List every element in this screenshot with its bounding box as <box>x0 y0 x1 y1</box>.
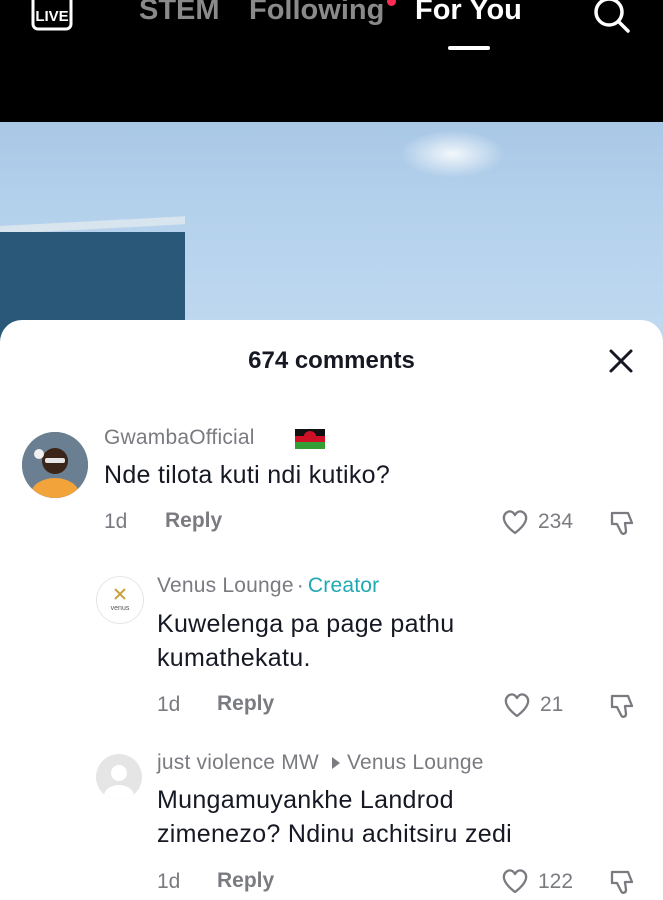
video-background[interactable] <box>0 122 663 342</box>
top-nav-bar: LIVE STEM Following For You <box>0 0 663 122</box>
comment-text: Kuwelenga pa page pathu kumathekatu. <box>157 607 454 675</box>
comment-username: Venus Lounge · Creator <box>157 574 379 598</box>
comment-text-line: Mungamuyankhe Landrod <box>157 786 454 814</box>
comment-item: GwambaOfficial Nde tilota kuti ndi kutik… <box>0 420 663 550</box>
reply-arrow-icon <box>331 757 340 769</box>
svg-text:venus: venus <box>111 605 130 612</box>
comment-text-line: zimenezo? Ndinu achitsiru zedi <box>157 820 513 848</box>
heart-icon[interactable] <box>502 691 532 719</box>
tab-following[interactable]: Following <box>249 0 384 27</box>
avatar[interactable] <box>22 432 88 498</box>
venus-logo-icon: venus <box>111 588 130 612</box>
search-icon[interactable] <box>590 0 632 36</box>
default-avatar-icon <box>104 765 134 800</box>
cloud-image <box>400 130 505 178</box>
comments-sheet: 674 comments GwambaOfficial Nde tilota k… <box>0 320 663 900</box>
heart-icon[interactable] <box>500 508 530 536</box>
comment-username: just violence MW Venus Lounge <box>157 751 484 775</box>
reply-button[interactable]: Reply <box>165 509 222 533</box>
comment-author-name[interactable]: just violence MW <box>157 751 319 774</box>
tab-stem[interactable]: STEM <box>139 0 220 27</box>
comment-timestamp: 1d <box>157 693 181 716</box>
dislike-icon[interactable] <box>608 508 638 538</box>
separator-dot: · <box>296 574 304 597</box>
reply-button[interactable]: Reply <box>217 869 274 893</box>
avatar[interactable]: venus <box>96 576 144 624</box>
malawi-flag-icon <box>295 429 325 449</box>
comments-count-title: 674 comments <box>248 347 415 374</box>
heart-icon[interactable] <box>500 867 530 895</box>
live-icon[interactable]: LIVE <box>30 0 74 34</box>
notification-dot <box>387 0 396 6</box>
avatar-photo <box>22 432 88 498</box>
comment-author-name[interactable]: Venus Lounge <box>157 574 294 597</box>
close-icon[interactable] <box>605 345 637 377</box>
comment-timestamp: 1d <box>157 870 181 893</box>
like-count: 234 <box>538 510 574 533</box>
comment-item: just violence MW Venus Lounge Mungamuyan… <box>0 746 663 900</box>
comment-text: Mungamuyankhe Landrod zimenezo? Ndinu ac… <box>157 783 512 851</box>
comment-item: venus Venus Lounge · Creator Kuwelenga pa … <box>0 570 663 730</box>
avatar[interactable] <box>96 754 142 800</box>
tab-for-you[interactable]: For You <box>415 0 522 27</box>
creator-badge: Creator <box>307 574 380 597</box>
svg-text:LIVE: LIVE <box>35 8 68 25</box>
comment-timestamp: 1d <box>104 510 128 533</box>
dislike-icon[interactable] <box>608 691 638 721</box>
like-count: 122 <box>538 870 574 893</box>
active-tab-indicator <box>448 46 490 50</box>
comment-text-line: Kuwelenga pa page pathu <box>157 610 455 638</box>
comment-text-line: kumathekatu. <box>157 644 311 672</box>
comment-text: Nde tilota kuti ndi kutiko? <box>104 461 391 489</box>
dislike-icon[interactable] <box>608 867 638 897</box>
reply-button[interactable]: Reply <box>217 692 274 716</box>
like-count: 21 <box>540 693 564 716</box>
reply-to-name[interactable]: Venus Lounge <box>347 751 484 774</box>
comment-username[interactable]: GwambaOfficial <box>104 426 255 450</box>
